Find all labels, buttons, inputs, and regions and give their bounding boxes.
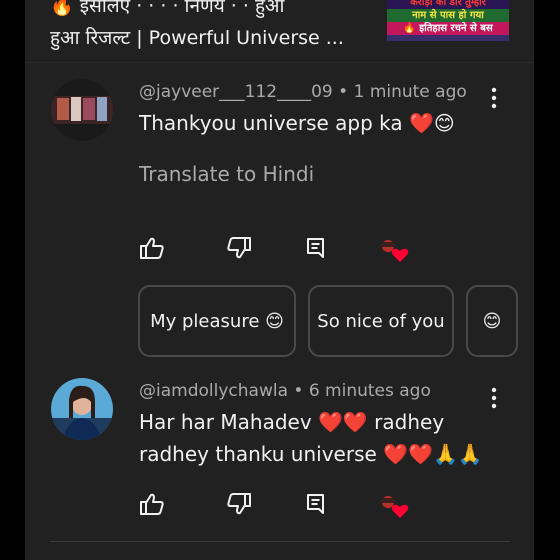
comment-time[interactable]: 1 minute ago [354, 82, 467, 102]
like-button[interactable] [139, 236, 167, 262]
creator-heart [378, 236, 409, 262]
comment-meta: @iamdollychawla • 6 minutes ago [139, 381, 431, 401]
comment-author[interactable]: @jayveer___112____09 [139, 82, 333, 102]
suggested-reply-chip[interactable]: So nice of you [308, 285, 454, 357]
dislike-icon [227, 493, 251, 515]
creator-heart-icon [382, 496, 409, 518]
dislike-button[interactable] [226, 492, 254, 518]
more-vert-icon [491, 387, 497, 409]
avatar[interactable] [51, 79, 113, 141]
reply-icon [307, 238, 324, 258]
like-button[interactable] [139, 492, 167, 518]
thumbnail-text-1: करोड़ो की डोर तुम्हारे [387, 0, 509, 9]
dislike-button[interactable] [226, 236, 254, 262]
comment-text: Thankyou universe app ka ❤️😊 [139, 111, 455, 135]
dislike-icon [227, 237, 251, 259]
video-thumbnail[interactable]: करोड़ो की डोर तुम्हारे नाम से पास हो गया… [387, 0, 509, 41]
meta-separator: • [287, 381, 309, 401]
thumbnail-text-3: 🔥 इतिहास रचने से बस [387, 22, 509, 35]
header-divider [25, 62, 534, 63]
comment-author[interactable]: @iamdollychawla [139, 381, 288, 401]
like-icon [140, 493, 164, 515]
more-vert-icon [491, 87, 497, 109]
suggested-reply-chip[interactable]: My pleasure 😊 [138, 285, 296, 357]
meta-separator: • [332, 82, 354, 102]
more-options-button[interactable] [484, 86, 504, 110]
comment-time[interactable]: 6 minutes ago [309, 381, 431, 401]
comment-divider [50, 541, 510, 542]
comment-text: Har har Mahadev ❤️❤️ radhey radhey thank… [139, 406, 483, 470]
more-options-button[interactable] [484, 386, 504, 410]
reply-button[interactable] [305, 492, 333, 518]
reply-button[interactable] [305, 236, 333, 262]
avatar[interactable] [51, 378, 113, 440]
video-title-line2: हुआ रिजल्ट | Powerful Universe ... [50, 27, 344, 49]
creator-heart-icon [382, 240, 409, 262]
comment-meta: @jayveer___112____09 • 1 minute ago [139, 82, 467, 102]
comment-text-line2: radhey thanku universe ❤️❤️🙏🙏 [139, 442, 483, 466]
translate-button[interactable]: Translate to Hindi [139, 162, 314, 186]
like-icon [140, 237, 164, 259]
video-title[interactable]: 🔥 इसलिए · · · · निर्णय · · हुआ हुआ रिजल्… [50, 0, 380, 54]
comment-text-line1: Har har Mahadev ❤️❤️ radhey [139, 410, 445, 434]
suggested-reply-chip[interactable]: 😊 [466, 285, 518, 357]
reply-icon [307, 494, 324, 514]
thumbnail-text-2: नाम से पास हो गया [387, 9, 509, 22]
creator-heart [378, 492, 409, 518]
video-title-line1: 🔥 इसलिए · · · · निर्णय · · हुआ [50, 0, 285, 17]
